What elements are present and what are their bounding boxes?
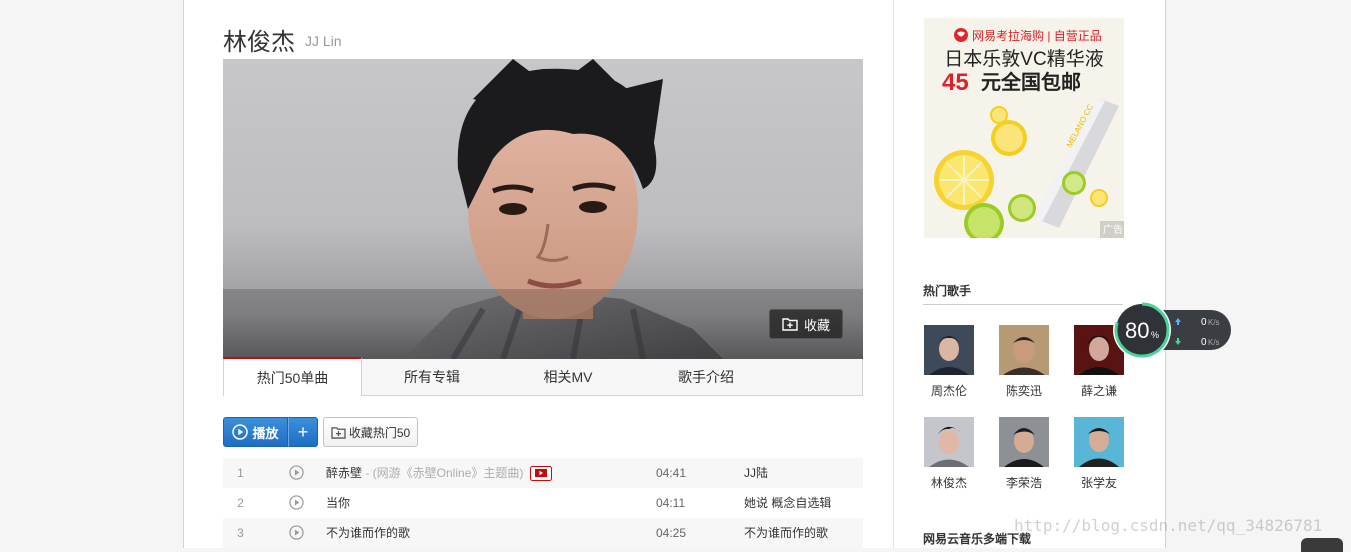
download-unit: K/s [1208,338,1220,347]
ad-price: 45 [942,69,969,96]
tab-artist-intro[interactable]: 歌手介绍 [646,359,766,396]
play-icon[interactable] [289,465,304,480]
singer-avatar[interactable] [1074,417,1124,467]
singer-item[interactable]: 周杰伦 [924,325,974,399]
main-panel: 林俊杰 JJ Lin 收藏 热门50单曲 所有专辑 相关MV 歌手介绍 播放 +… [183,0,1166,548]
singer-name[interactable]: 林俊杰 [914,474,984,491]
song-title[interactable]: 醉赤壁 [326,466,362,480]
speed-percent: 80 [1125,318,1149,343]
add-to-playlist-button[interactable]: + [288,417,318,447]
artist-alias: JJ Lin [305,33,342,49]
ad-line2: 元全国包邮 [981,70,1081,94]
back-to-top-button[interactable] [1301,538,1343,552]
mv-icon[interactable] [529,466,552,482]
singer-name[interactable]: 李荣浩 [989,474,1059,491]
folder-add-icon [331,426,346,439]
tab-label: 所有专辑 [404,369,460,385]
singer-item[interactable]: 陈奕迅 [999,325,1049,399]
section-divider [923,304,1123,305]
song-number: 3 [237,526,244,540]
song-number: 1 [237,466,244,480]
speed-percent-unit: % [1151,330,1159,340]
song-album[interactable]: 她说 概念自选辑 [744,488,831,518]
song-album[interactable]: JJ陆 [744,458,768,488]
song-duration: 04:25 [656,526,687,540]
tab-label: 歌手介绍 [678,369,734,385]
hot-singers-title: 热门歌手 [923,284,972,298]
song-row[interactable]: 1 醉赤壁 - (网游《赤壁Online》主题曲) 04:41 JJ陆 [223,458,863,488]
singer-avatar[interactable] [924,325,974,375]
tab-label: 相关MV [543,369,593,385]
singer-item[interactable]: 林俊杰 [924,417,974,491]
collect-top50-label: 收藏热门50 [348,425,411,440]
singer-name[interactable]: 周杰伦 [914,382,984,399]
speed-gauge: 80 % 0 K/s 0 K/s [1113,301,1231,359]
collect-top50-button[interactable]: 收藏热门50 [323,417,418,447]
watermark: http://blog.csdn.net/qq_34826781 [1014,516,1323,535]
artist-portrait [223,59,863,359]
play-icon[interactable] [289,525,304,540]
collect-artist-button[interactable]: 收藏 [769,309,843,339]
collect-artist-label: 收藏 [803,317,830,333]
singer-name[interactable]: 张学友 [1064,474,1134,491]
ad-line1: 日本乐敦VC精华液 [944,48,1103,70]
upload-speed: 0 [1201,317,1207,328]
singer-avatar[interactable] [999,325,1049,375]
artist-tabs: 热门50单曲 所有专辑 相关MV 歌手介绍 [223,357,863,396]
song-title[interactable]: 当你 [326,488,350,518]
singer-name[interactable]: 薛之谦 [1064,382,1134,399]
singer-name[interactable]: 陈奕迅 [989,382,1059,399]
song-title-cell: 醉赤壁 - (网游《赤壁Online》主题曲) [326,458,552,488]
song-title[interactable]: 不为谁而作的歌 [326,518,410,548]
singer-avatar[interactable] [999,417,1049,467]
play-circle-icon [232,424,249,440]
play-all-label: 播放 [252,425,279,441]
tab-hot-songs[interactable]: 热门50单曲 [224,357,362,396]
column-divider [893,0,894,548]
song-row[interactable]: 2 当你 04:11 她说 概念自选辑 [223,488,863,518]
network-speed-widget[interactable]: 80 % 0 K/s 0 K/s [1113,300,1233,360]
download-speed: 0 [1201,337,1207,348]
tab-mv[interactable]: 相关MV [508,359,628,396]
play-icon[interactable] [289,495,304,510]
singer-item[interactable]: 李荣浩 [999,417,1049,491]
ad-brand: 网易考拉海购 | 自营正品 [972,28,1102,43]
song-list: 1 醉赤壁 - (网游《赤壁Online》主题曲) 04:41 JJ陆 2 当你… [223,458,863,548]
artist-name: 林俊杰 [223,29,295,56]
ad-artwork: 网易考拉海购 | 自营正品 日本乐敦VC精华液 45 元全国包邮 MELANO … [924,18,1124,238]
plus-icon: + [297,421,309,442]
singer-item[interactable]: 张学友 [1074,417,1124,491]
artist-cover-image: 收藏 [223,59,863,359]
ad-tag: 广告 [1103,223,1123,236]
tab-label: 热门50单曲 [256,370,329,386]
song-subtitle: - (网游《赤壁Online》主题曲) [362,466,524,480]
song-duration: 04:41 [656,466,687,480]
singer-avatar[interactable] [924,417,974,467]
play-all-button[interactable]: 播放 [223,417,288,447]
song-row[interactable]: 3 不为谁而作的歌 04:25 不为谁而作的歌 [223,518,863,548]
folder-add-icon [782,318,798,331]
tab-albums[interactable]: 所有专辑 [372,359,492,396]
song-album[interactable]: 不为谁而作的歌 [744,518,828,548]
advertisement-banner[interactable]: 网易考拉海购 | 自营正品 日本乐敦VC精华液 45 元全国包邮 MELANO … [924,18,1124,238]
song-number: 2 [237,496,244,510]
upload-unit: K/s [1208,318,1220,327]
song-duration: 04:11 [656,496,686,510]
